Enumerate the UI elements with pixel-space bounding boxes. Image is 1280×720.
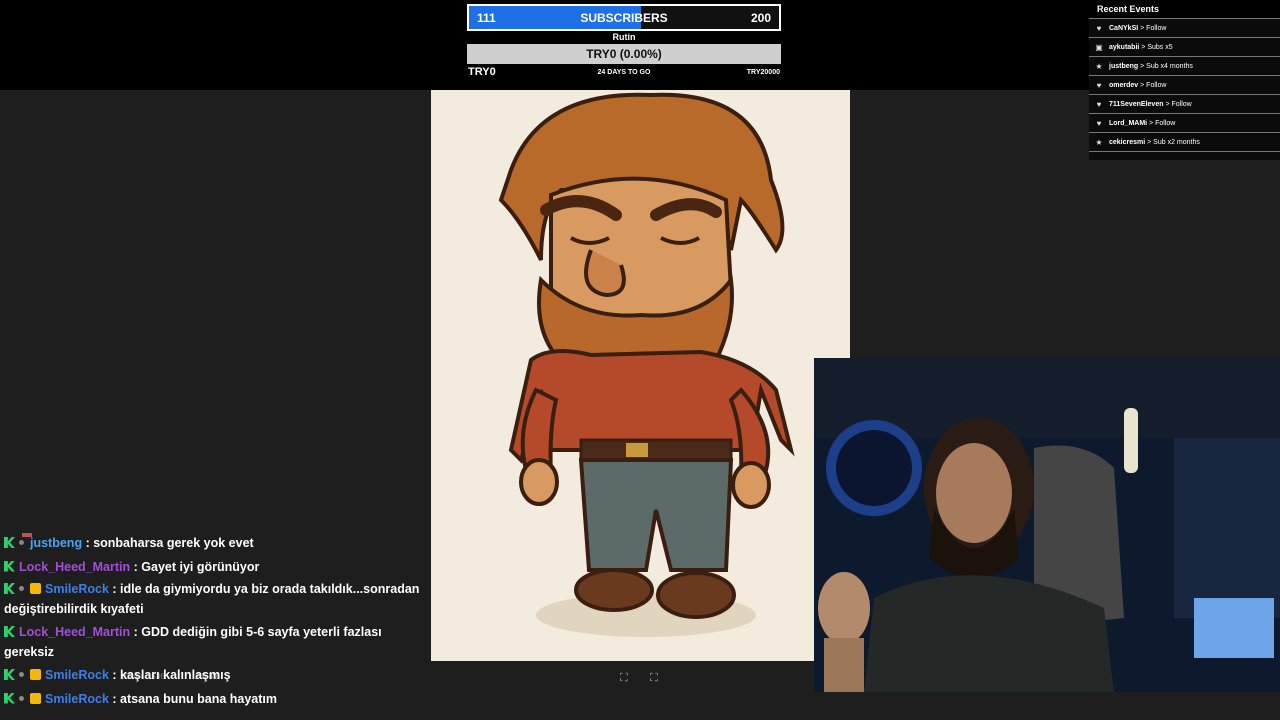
heart-icon: ♥ bbox=[1096, 23, 1102, 33]
chat-username: SmileRock bbox=[45, 668, 109, 682]
event-action: > Sub x4 months bbox=[1138, 62, 1193, 70]
status-dot-icon bbox=[19, 586, 24, 591]
character-artwork bbox=[431, 90, 850, 661]
crown-badge-icon bbox=[30, 692, 41, 704]
fit-screen-icon[interactable]: ⛶ bbox=[620, 672, 628, 685]
heart-icon: ♥ bbox=[1096, 99, 1102, 109]
event-row: ♥ 711SevenEleven > Follow bbox=[1089, 94, 1280, 113]
gift-icon: ▣ bbox=[1095, 42, 1103, 52]
kick-badge-icon bbox=[4, 537, 15, 548]
event-row: ▣ aykutabii > Subs x5 bbox=[1089, 37, 1280, 56]
heart-icon: ♥ bbox=[1096, 80, 1102, 90]
event-user: justbeng bbox=[1109, 62, 1139, 70]
goal-title: SUBSCRIBERS bbox=[580, 11, 668, 25]
event-user: omerdev bbox=[1109, 81, 1139, 89]
donation-target: TRY20000 bbox=[746, 69, 780, 76]
event-action: > Subs x5 bbox=[1139, 43, 1173, 51]
chat-username: Lock_Heed_Martin bbox=[19, 559, 131, 574]
event-action: > Sub x2 months bbox=[1145, 138, 1200, 146]
kick-badge-icon bbox=[4, 626, 15, 637]
fullscreen-icon[interactable]: ⛶ bbox=[650, 672, 658, 685]
webcam-feed bbox=[814, 358, 1280, 692]
chat-message: Lock_Heed_Martin : Gayet iyi görünüyor bbox=[4, 556, 424, 580]
webcam-scene bbox=[814, 358, 1280, 692]
event-user: aykutabii bbox=[1109, 43, 1140, 51]
event-row: ★ cekicresmi > Sub x2 months bbox=[1089, 132, 1280, 151]
kick-badge-icon bbox=[4, 583, 15, 594]
chat-text: : Gayet iyi görünüyor bbox=[130, 559, 260, 574]
event-user: Lord_MAMi bbox=[1109, 119, 1148, 127]
recent-events-title: Recent Events bbox=[1097, 4, 1160, 14]
event-row: ★ justbeng > Sub x4 months bbox=[1089, 56, 1280, 75]
chat-username: SmileRock bbox=[45, 691, 109, 706]
star-icon: ★ bbox=[1095, 137, 1103, 147]
event-action: > Follow bbox=[1138, 24, 1167, 32]
recent-events-panel: Recent Events ♥ CaNYkSI > Follow ▣ aykut… bbox=[1089, 0, 1280, 160]
status-dot-icon bbox=[19, 672, 24, 677]
character-illustration bbox=[498, 92, 795, 637]
chat-overlay: justbeng : sonbaharsa gerek yok evet Loc… bbox=[4, 524, 424, 711]
event-user: 711SevenEleven bbox=[1109, 100, 1164, 108]
donation-days-left: 24 DAYS TO GO bbox=[597, 69, 651, 76]
chat-message: justbeng : sonbaharsa gerek yok evet bbox=[4, 532, 424, 556]
crown-badge-icon bbox=[30, 669, 41, 680]
goal-target: 200 bbox=[750, 11, 771, 25]
crown-badge-icon bbox=[30, 583, 41, 594]
chat-username: SmileRock bbox=[45, 582, 109, 596]
kick-badge-icon bbox=[4, 669, 15, 680]
chat-message: SmileRock : atsana bunu bana hayatım bbox=[4, 688, 424, 712]
star-icon: ★ bbox=[1095, 61, 1103, 71]
kick-badge-icon bbox=[4, 692, 15, 704]
event-action: > Follow bbox=[1163, 100, 1192, 108]
chat-message: SmileRock : kaşları kalınlaşmış bbox=[4, 664, 424, 688]
status-dot-icon bbox=[19, 540, 24, 545]
chat-username: Lock_Heed_Martin bbox=[19, 625, 131, 639]
chat-message: Lock_Heed_Martin : GDD dediğin gibi 5-6 … bbox=[4, 622, 424, 662]
chat-text: : sonbaharsa gerek yok evet bbox=[82, 536, 254, 550]
status-dot-icon bbox=[19, 695, 24, 701]
latest-donor: Rutin bbox=[612, 32, 636, 42]
event-action: > Follow bbox=[1147, 119, 1176, 127]
chat-text: : kaşları kalınlaşmış bbox=[108, 668, 231, 682]
chat-header-fragment bbox=[4, 524, 424, 537]
chat-text: : atsana bunu bana hayatım bbox=[108, 691, 278, 706]
event-row: ♥ omerdev > Follow bbox=[1089, 75, 1280, 94]
chat-message: SmileRock : idle da giymiyordu ya biz or… bbox=[4, 579, 424, 619]
subscriber-goal-bar: 111 SUBSCRIBERS 200 bbox=[467, 4, 781, 31]
event-row: ♥ CaNYkSI > Follow bbox=[1089, 18, 1280, 37]
event-user: cekicresmi bbox=[1109, 138, 1146, 146]
donation-goal-bar: TRY0 (0.00%) bbox=[467, 44, 781, 64]
kick-badge-icon bbox=[4, 560, 15, 572]
event-user: CaNYkSI bbox=[1109, 24, 1139, 32]
event-action: > Follow bbox=[1138, 81, 1167, 89]
donation-goal-footer: TRY0 24 DAYS TO GO TRY20000 bbox=[467, 66, 781, 80]
event-row bbox=[1089, 151, 1280, 160]
heart-icon: ♥ bbox=[1096, 118, 1102, 128]
event-row: ♥ Lord_MAMi > Follow bbox=[1089, 113, 1280, 132]
chat-username: justbeng bbox=[30, 536, 83, 550]
subscriber-goal-widget: 111 SUBSCRIBERS 200 Rutin TRY0 (0.00%) T… bbox=[467, 4, 781, 80]
